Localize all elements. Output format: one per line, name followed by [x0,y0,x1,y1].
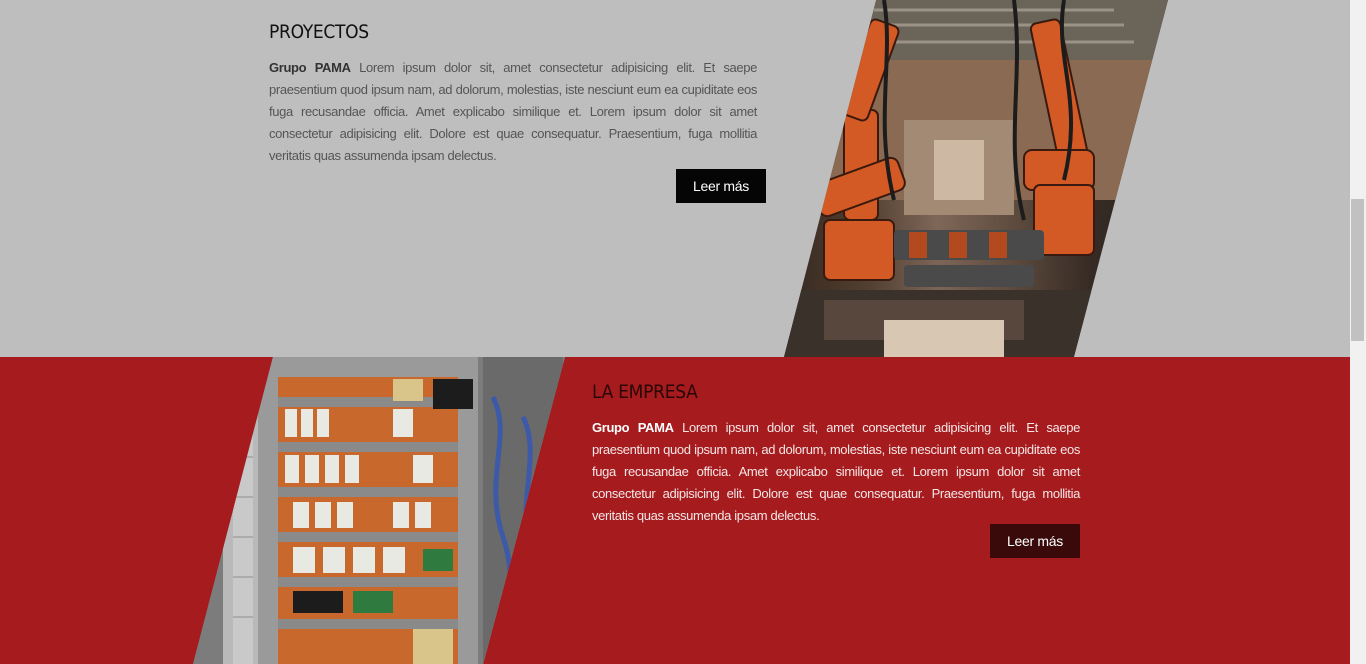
empresa-description: Grupo PAMA Lorem ipsum dolor sit, amet c… [592,417,1080,527]
proyectos-title: PROYECTOS [269,21,369,43]
proyectos-brand: Grupo PAMA [269,60,351,75]
scrollbar-thumb[interactable] [1351,199,1364,341]
robots-photo-illustration [784,0,1168,357]
page-scrollbar[interactable] [1350,0,1366,664]
empresa-body-text: Lorem ipsum dolor sit, amet consectetur … [592,420,1081,523]
electrical-panel-illustration [193,357,565,664]
proyectos-read-more-button[interactable]: Leer más [676,169,766,203]
empresa-title: LA EMPRESA [592,381,698,403]
electrical-panel-photo [193,357,565,664]
robots-photo [784,0,1168,357]
empresa-read-more-button[interactable]: Leer más [990,524,1080,558]
empresa-text-block: LA EMPRESA Grupo PAMA Lorem ipsum dolor … [592,378,1080,527]
page: PROYECTOS Grupo PAMA Lorem ipsum dolor s… [0,0,1366,664]
empresa-brand: Grupo PAMA [592,420,674,435]
empresa-section: LA EMPRESA Grupo PAMA Lorem ipsum dolor … [0,357,1350,664]
proyectos-section: PROYECTOS Grupo PAMA Lorem ipsum dolor s… [0,0,1350,357]
proyectos-text-block: PROYECTOS Grupo PAMA Lorem ipsum dolor s… [269,18,757,167]
proyectos-body-text: Lorem ipsum dolor sit, amet consectetur … [269,60,758,163]
proyectos-description: Grupo PAMA Lorem ipsum dolor sit, amet c… [269,57,757,167]
